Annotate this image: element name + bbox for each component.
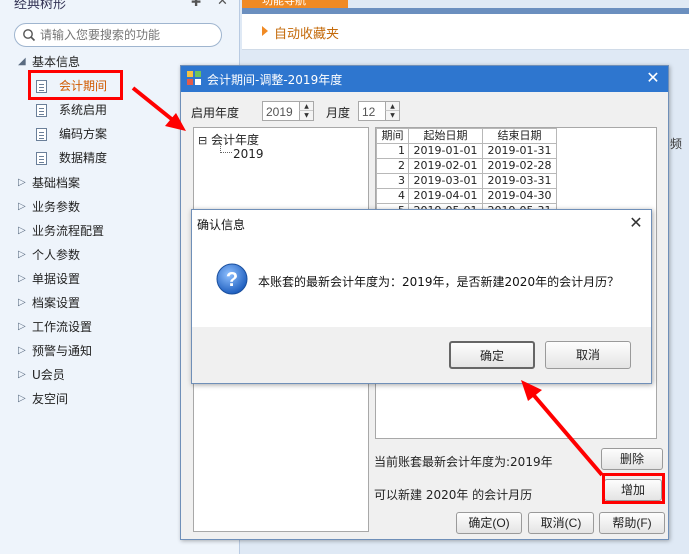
- new-calendar-info: 可以新建 2020年 的会计月历: [374, 488, 533, 502]
- chevron-right-icon[interactable]: ▷: [18, 221, 28, 241]
- close-icon[interactable]: ✕: [626, 213, 646, 233]
- help-button[interactable]: 帮助(F): [599, 512, 665, 534]
- chevron-right-icon[interactable]: ▷: [18, 197, 28, 217]
- confirm-footer: 确定 取消: [192, 327, 651, 383]
- annotation-highlight-accounting-period: [28, 70, 123, 100]
- month-label: 月度: [326, 106, 351, 120]
- month-input[interactable]: [362, 104, 384, 119]
- chevron-right-icon[interactable]: ▷: [18, 341, 28, 361]
- panel-title: 经典树形: [14, 0, 67, 12]
- tree-connector: [220, 143, 232, 153]
- table-row[interactable]: 4 2019-04-01 2019-04-30: [376, 188, 557, 204]
- collapse-icon[interactable]: ⊟: [198, 134, 207, 147]
- start-year-label: 启用年度: [191, 106, 240, 120]
- document-icon: [36, 128, 47, 141]
- column-header[interactable]: 期间: [376, 128, 409, 144]
- confirm-ok-button[interactable]: 确定: [449, 341, 535, 369]
- month-stepper[interactable]: ▲ ▼: [358, 101, 400, 121]
- search-box[interactable]: [14, 23, 222, 47]
- function-nav-tab-label: 功能导航: [262, 0, 306, 7]
- tree-year-2019[interactable]: 2019: [233, 147, 264, 161]
- chevron-right-icon[interactable]: ▷: [18, 269, 28, 289]
- spin-up-icon[interactable]: ▲: [385, 102, 399, 111]
- table-row[interactable]: 3 2019-03-01 2019-03-31: [376, 173, 557, 189]
- search-icon: [23, 29, 36, 42]
- chevron-right-icon[interactable]: ▷: [18, 245, 28, 265]
- close-icon[interactable]: ✕: [644, 68, 662, 88]
- confirm-cancel-button[interactable]: 取消: [545, 341, 631, 369]
- latest-year-info: 当前账套最新会计年度为:2019年: [374, 455, 553, 469]
- confirm-message: 本账套的最新会计年度为：2019年，是否新建2020年的会计月历？: [258, 275, 620, 289]
- chevron-down-icon[interactable]: ◢: [18, 52, 28, 72]
- column-header[interactable]: 起始日期: [408, 128, 483, 144]
- question-icon: ?: [216, 263, 248, 295]
- chevron-right-icon[interactable]: ▷: [18, 317, 28, 337]
- document-icon: [36, 152, 47, 165]
- table-row[interactable]: 1 2019-01-01 2019-01-31: [376, 143, 557, 159]
- triangle-right-icon: [262, 26, 268, 36]
- app-grid-icon: [187, 71, 201, 85]
- dialog-title: 会计期间-调整-2019年度: [207, 73, 343, 87]
- spin-down-icon[interactable]: ▼: [299, 111, 313, 120]
- chevron-right-icon[interactable]: ▷: [18, 365, 28, 385]
- annotation-highlight-add-button: [602, 473, 665, 504]
- pin-icon[interactable]: ✚: [191, 0, 201, 9]
- cancel-button[interactable]: 取消(C): [528, 512, 594, 534]
- svg-text:?: ?: [226, 269, 238, 291]
- chevron-right-icon[interactable]: ▷: [18, 173, 28, 193]
- confirm-title: 确认信息: [197, 218, 246, 232]
- spin-up-icon[interactable]: ▲: [299, 102, 313, 111]
- dialog-titlebar[interactable]: 会计期间-调整-2019年度 ✕: [181, 66, 668, 92]
- confirm-dialog: 确认信息 ✕ ? 本账套的最新会计年度为：2019年，是否新建2020年的会计月…: [191, 209, 652, 384]
- delete-button[interactable]: 删除: [601, 448, 663, 470]
- table-row[interactable]: 2 2019-02-01 2019-02-28: [376, 158, 557, 174]
- chevron-right-icon[interactable]: ▷: [18, 389, 28, 409]
- spin-down-icon[interactable]: ▼: [385, 111, 399, 120]
- chevron-right-icon[interactable]: ▷: [18, 293, 28, 313]
- start-year-stepper[interactable]: ▲ ▼: [262, 101, 314, 121]
- column-header[interactable]: 结束日期: [482, 128, 557, 144]
- search-input[interactable]: [40, 26, 215, 44]
- ok-button[interactable]: 确定(O): [456, 512, 522, 534]
- document-icon: [36, 104, 47, 117]
- right-peek-text: 频: [670, 137, 683, 151]
- period-table: 期间 起始日期 结束日期 1 2019-01-01 2019-01-31 2 2…: [376, 128, 557, 219]
- start-year-input[interactable]: [266, 104, 296, 119]
- favorites-label[interactable]: 自动收藏夹: [274, 23, 339, 42]
- close-icon[interactable]: ✕: [217, 0, 228, 9]
